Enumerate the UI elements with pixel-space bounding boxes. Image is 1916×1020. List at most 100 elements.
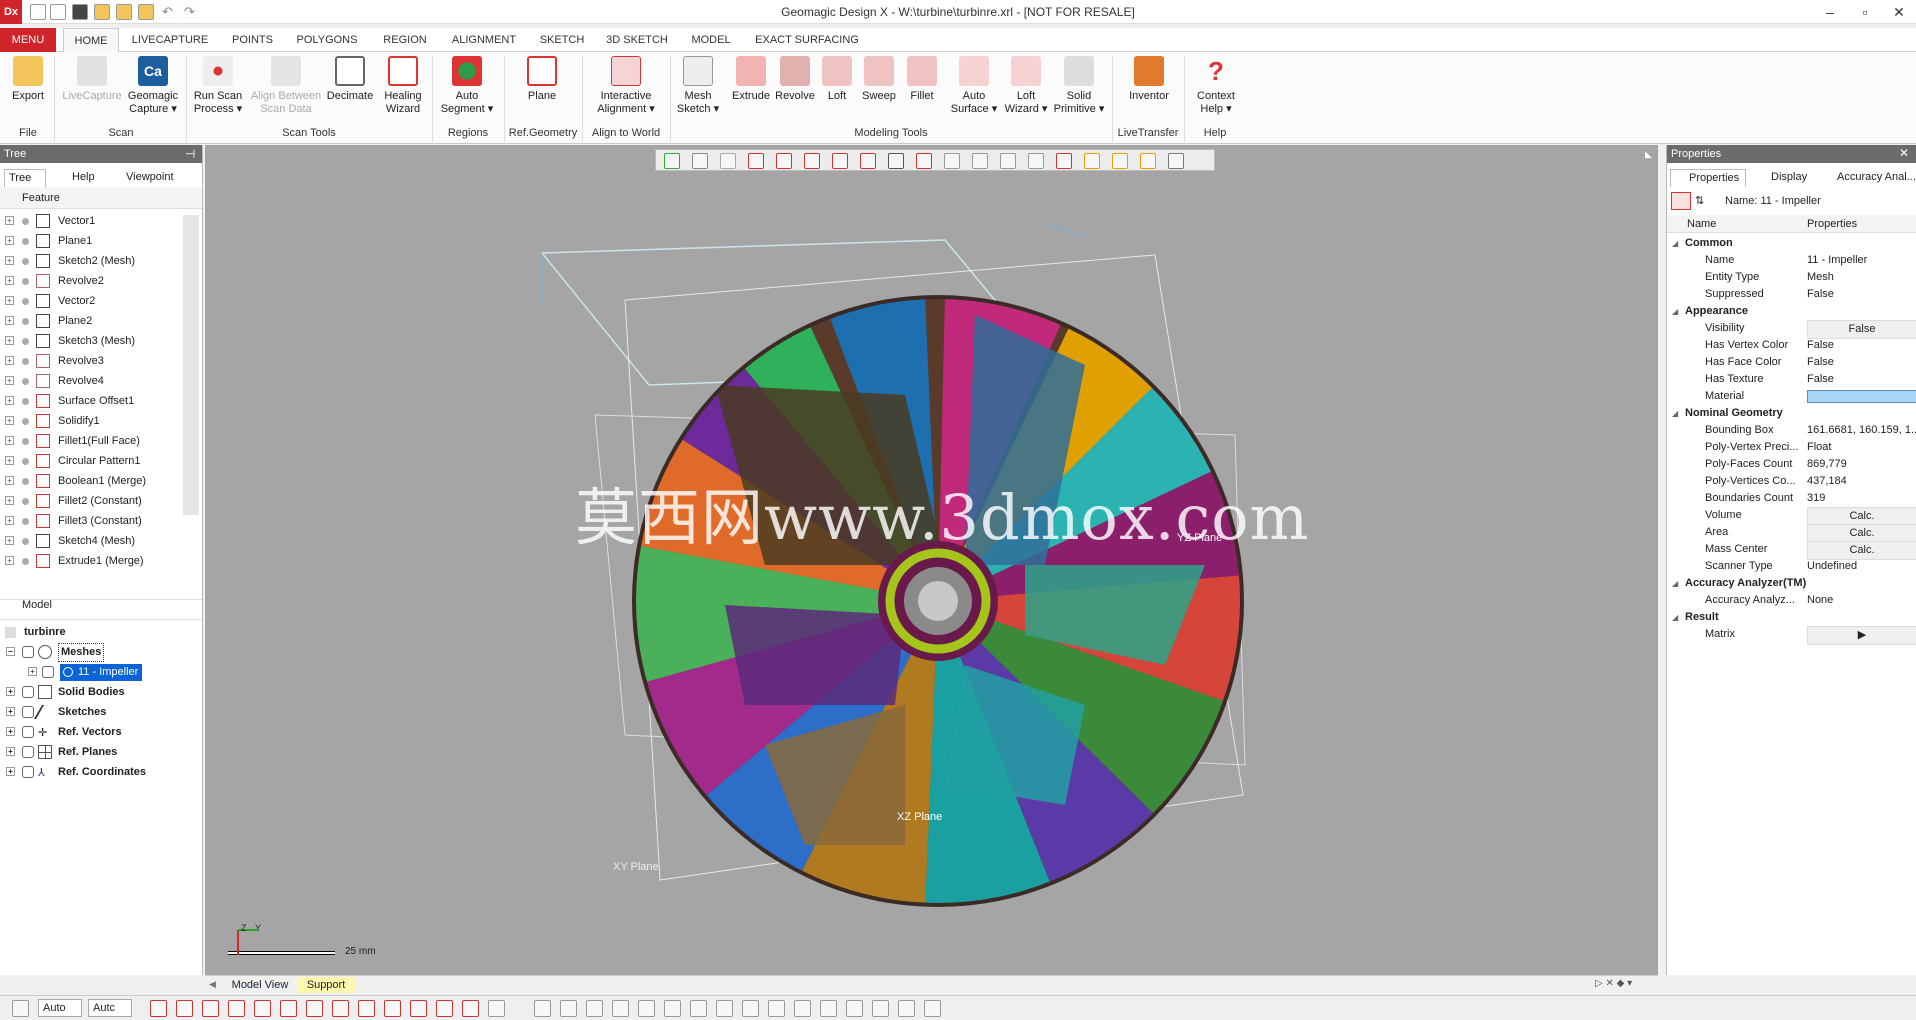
tab-alignment[interactable]: ALIGNMENT — [448, 28, 520, 52]
selection-filter-select[interactable]: Auto — [38, 999, 82, 1017]
property-row[interactable]: Boundaries Count 319 — [1667, 490, 1916, 507]
status-tool-icon[interactable] — [436, 1000, 453, 1017]
status-tool-icon[interactable] — [410, 1000, 427, 1017]
feature-item[interactable]: + Fillet2 (Constant) — [0, 491, 180, 511]
expand-icon[interactable]: + — [5, 536, 14, 545]
status-tool-icon[interactable] — [898, 1000, 915, 1017]
property-row[interactable]: Name 11 - Impeller — [1667, 252, 1916, 269]
visibility-dot-icon[interactable] — [22, 478, 29, 485]
visibility-dot-icon[interactable] — [22, 398, 29, 405]
property-row[interactable]: Material — [1667, 388, 1916, 405]
feature-item[interactable]: + Fillet3 (Constant) — [0, 511, 180, 531]
property-row[interactable]: Poly-Vertex Preci... Float — [1667, 439, 1916, 456]
feature-scrollbar[interactable] — [183, 215, 199, 515]
property-value-button[interactable]: ▶ — [1807, 626, 1916, 645]
property-row[interactable]: Entity Type Mesh — [1667, 269, 1916, 286]
expand-icon[interactable]: + — [5, 396, 14, 405]
status-tool-icon[interactable] — [228, 1000, 245, 1017]
tab-accuracy-analyzer[interactable]: Accuracy Anal... — [1819, 169, 1916, 187]
feature-item[interactable]: + Revolve3 — [0, 351, 180, 371]
collapse-icon[interactable]: ◢ — [1672, 405, 1678, 422]
feature-item[interactable]: + Boolean1 (Merge) — [0, 471, 180, 491]
model-ref-vectors[interactable]: + ✛ Ref. Vectors — [0, 722, 200, 742]
tab-polygons[interactable]: POLYGONS — [293, 28, 361, 52]
status-tool-icon[interactable] — [872, 1000, 889, 1017]
healing-wizard-button[interactable]: Healing Wizard — [378, 56, 428, 128]
visibility-dot-icon[interactable] — [22, 258, 29, 265]
model-sketches[interactable]: + Sketches — [0, 702, 200, 722]
tab-display[interactable]: Display — [1753, 169, 1813, 187]
property-row[interactable]: Bounding Box 161.6681, 160.159, 1... — [1667, 422, 1916, 439]
status-tool-icon[interactable] — [280, 1000, 297, 1017]
expand-icon[interactable]: + — [5, 436, 14, 445]
tab-sketch[interactable]: SKETCH — [536, 28, 588, 52]
select-mode-icon[interactable] — [12, 1000, 29, 1017]
expand-icon[interactable]: + — [5, 416, 14, 425]
status-tool-icon[interactable] — [462, 1000, 479, 1017]
decimate-button[interactable]: Decimate — [326, 56, 374, 128]
property-category[interactable]: ◢ Appearance — [1667, 303, 1916, 320]
restore-button[interactable]: ▫ — [1850, 3, 1880, 21]
status-tool-icon[interactable] — [254, 1000, 271, 1017]
visibility-dot-icon[interactable] — [22, 298, 29, 305]
categorized-view-icon[interactable] — [1671, 192, 1691, 210]
tab-tree[interactable]: Tree — [4, 169, 46, 187]
collapse-icon[interactable]: ◢ — [1672, 575, 1678, 592]
properties-close-icon[interactable]: ✕ — [1899, 146, 1909, 160]
inventor-button[interactable]: Inventor — [1120, 56, 1178, 128]
expand-icon[interactable]: + — [5, 376, 14, 385]
auto-segment-button[interactable]: Auto Segment ▾ — [436, 56, 498, 128]
status-tool-icon[interactable] — [794, 1000, 811, 1017]
mesh-sketch-button[interactable]: Mesh Sketch ▾ — [674, 56, 722, 128]
status-tool-icon[interactable] — [690, 1000, 707, 1017]
visibility-dot-icon[interactable] — [22, 238, 29, 245]
tab-properties[interactable]: Properties — [1670, 169, 1746, 187]
geomagic-capture-button[interactable]: Ca Geomagic Capture ▾ — [124, 56, 182, 128]
property-row[interactable]: Has Face Color False — [1667, 354, 1916, 371]
property-row[interactable]: Suppressed False — [1667, 286, 1916, 303]
tab-menu[interactable]: MENU — [0, 28, 56, 52]
livecapture-button[interactable]: LiveCapture — [58, 56, 126, 128]
property-row[interactable]: Poly-Faces Count 869,779 — [1667, 456, 1916, 473]
expand-icon[interactable]: + — [5, 276, 14, 285]
status-tool-icon[interactable] — [384, 1000, 401, 1017]
visibility-dot-icon[interactable] — [22, 218, 29, 225]
visibility-dot-icon[interactable] — [22, 338, 29, 345]
tab-viewpoint[interactable]: Viewpoint — [108, 169, 188, 187]
status-tool-icon[interactable] — [534, 1000, 551, 1017]
scroll-left-icon[interactable]: ◀ — [209, 979, 216, 990]
property-category[interactable]: ◢ Common — [1667, 235, 1916, 252]
visibility-dot-icon[interactable] — [22, 558, 29, 565]
property-row[interactable]: Matrix ▶ — [1667, 626, 1916, 645]
sweep-button[interactable]: Sweep — [858, 56, 900, 128]
selection-mode-select[interactable]: Autc — [88, 999, 132, 1017]
expand-icon[interactable]: + — [5, 516, 14, 525]
feature-item[interactable]: + Sketch2 (Mesh) — [0, 251, 180, 271]
feature-item[interactable]: + Circular Pattern1 — [0, 451, 180, 471]
status-tool-icon[interactable] — [586, 1000, 603, 1017]
tab-model[interactable]: MODEL — [686, 28, 736, 52]
feature-item[interactable]: + Sketch3 (Mesh) — [0, 331, 180, 351]
run-scan-process-button[interactable]: Run Scan Process ▾ — [190, 56, 246, 128]
collapse-icon[interactable]: ◢ — [1672, 303, 1678, 320]
solid-primitive-button[interactable]: Solid Primitive ▾ — [1052, 56, 1106, 128]
property-row[interactable]: Accuracy Analyz... None — [1667, 592, 1916, 609]
context-help-button[interactable]: ? Context Help ▾ — [1188, 56, 1244, 128]
collapse-icon[interactable]: ◢ — [1672, 235, 1678, 252]
status-tool-icon[interactable] — [820, 1000, 837, 1017]
bottom-nav-icons[interactable]: ▷ ✕ ◆ ▾ — [1595, 978, 1632, 989]
align-between-scan-data-button[interactable]: Align Between Scan Data — [250, 56, 322, 128]
feature-item[interactable]: + Sketch4 (Mesh) — [0, 531, 180, 551]
status-tool-icon[interactable] — [488, 1000, 505, 1017]
model-root[interactable]: turbinre — [0, 622, 200, 642]
feature-item[interactable]: + Extrude1 (Merge) — [0, 551, 180, 571]
status-tool-icon[interactable] — [742, 1000, 759, 1017]
property-row[interactable]: Visibility False — [1667, 320, 1916, 339]
tab-region[interactable]: REGION — [378, 28, 432, 52]
status-tool-icon[interactable] — [306, 1000, 323, 1017]
model-impeller[interactable]: +11 - Impeller — [0, 662, 200, 682]
feature-item[interactable]: + Revolve2 — [0, 271, 180, 291]
model-meshes[interactable]: − Meshes — [0, 642, 200, 662]
property-row[interactable]: Poly-Vertices Co... 437,184 — [1667, 473, 1916, 490]
property-row[interactable]: Scanner Type Undefined — [1667, 558, 1916, 575]
